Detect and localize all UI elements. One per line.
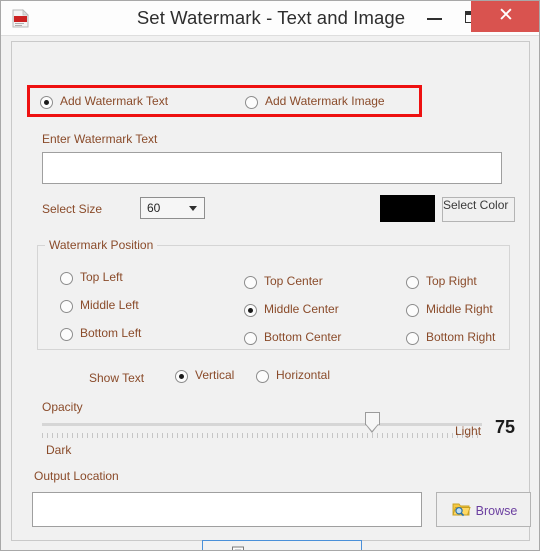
set-watermark-window: Set Watermark - Text and Image ✕ Add Wat… — [0, 0, 540, 551]
radio-button-icon — [406, 304, 419, 317]
select-color-button[interactable]: Select Color — [442, 197, 515, 222]
radio-button-icon — [406, 332, 419, 345]
color-swatch — [380, 195, 435, 222]
radio-button-icon — [244, 304, 257, 317]
radio-label: Horizontal — [276, 368, 331, 382]
show-text-label: Show Text — [89, 371, 145, 385]
radio-label: Top Center — [264, 274, 323, 288]
radio-label: Top Right — [426, 274, 477, 288]
close-icon: ✕ — [498, 5, 514, 26]
radio-button-icon — [60, 328, 73, 341]
minimize-icon — [427, 18, 442, 20]
browse-label: Browse — [475, 503, 518, 518]
radio-button-icon — [244, 276, 257, 289]
opacity-dark-label: Dark — [46, 443, 72, 457]
radio-button-icon — [175, 370, 188, 383]
radio-label: Bottom Left — [80, 326, 142, 340]
chevron-down-icon — [189, 206, 197, 211]
radio-button-icon — [60, 300, 73, 313]
opacity-label: Opacity — [42, 400, 83, 414]
output-location-label: Output Location — [34, 469, 119, 483]
radio-button-icon — [40, 96, 53, 109]
radio-label: Middle Right — [426, 302, 493, 316]
enter-watermark-text-label: Enter Watermark Text — [42, 132, 158, 146]
main-panel: Add Watermark Text Add Watermark Image E… — [11, 41, 531, 550]
opacity-slider-ticks — [42, 433, 482, 438]
radio-label: Vertical — [195, 368, 235, 382]
size-select[interactable]: 60 — [140, 197, 205, 219]
radio-button-icon — [60, 272, 73, 285]
radio-label: Bottom Center — [264, 330, 342, 344]
output-location-input[interactable] — [32, 492, 422, 527]
radio-button-icon — [256, 370, 269, 383]
radio-label: Middle Center — [264, 302, 339, 316]
minimize-button[interactable] — [416, 1, 454, 32]
opacity-value: 75 — [495, 417, 516, 437]
radio-label: Middle Left — [80, 298, 139, 312]
radio-button-icon — [406, 276, 419, 289]
opacity-light-label: Light — [455, 424, 482, 438]
size-select-value: 60 — [147, 201, 161, 215]
copy-document-icon — [228, 546, 247, 550]
watermark-position-title: Watermark Position — [45, 238, 158, 252]
close-button[interactable]: ✕ — [471, 1, 539, 32]
watermark-text-input[interactable] — [42, 152, 502, 184]
generate-pdf-button[interactable]: Generate PDF — [202, 540, 362, 550]
select-size-label: Select Size — [42, 202, 103, 216]
radio-label: Add Watermark Text — [60, 94, 169, 108]
radio-button-icon — [244, 332, 257, 345]
folder-search-icon — [452, 501, 471, 520]
slider-thumb-tip-inner — [365, 424, 378, 431]
browse-button[interactable]: Browse — [436, 492, 531, 527]
radio-label: Top Left — [80, 270, 123, 284]
opacity-slider-thumb[interactable] — [364, 412, 380, 434]
opacity-slider-track[interactable] — [42, 423, 482, 426]
radio-button-icon — [245, 96, 258, 109]
radio-label: Add Watermark Image — [265, 94, 385, 108]
title-bar: Set Watermark - Text and Image ✕ — [1, 1, 539, 36]
radio-label: Bottom Right — [426, 330, 496, 344]
